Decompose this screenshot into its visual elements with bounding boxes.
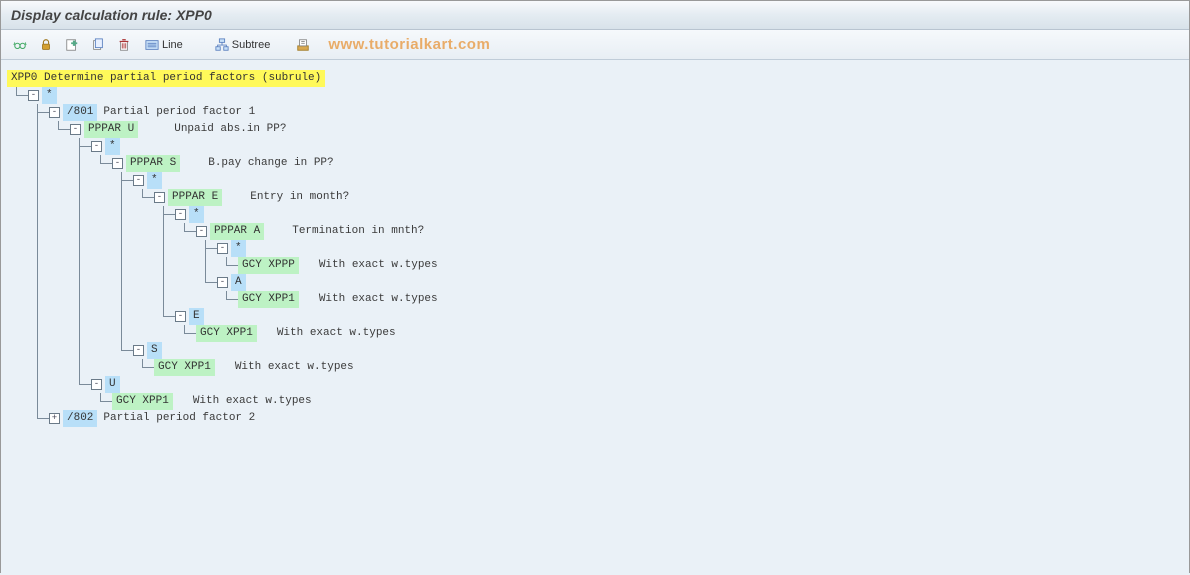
tree-leaf[interactable]: GCY XPP1 With exact w.types — [7, 291, 1183, 308]
collapse-icon[interactable]: - — [175, 209, 186, 220]
tree-leaf[interactable]: GCY XPP1 With exact w.types — [7, 325, 1183, 342]
line-button[interactable]: Line — [139, 35, 189, 55]
collapse-icon[interactable]: - — [175, 311, 186, 322]
tree-leaf[interactable]: GCY XPP1 With exact w.types — [7, 393, 1183, 410]
collapse-icon[interactable]: - — [112, 158, 123, 169]
tree-node[interactable]: - * — [7, 87, 1183, 104]
window-title: Display calculation rule: XPP0 — [1, 1, 1189, 30]
tree-node[interactable]: - * — [7, 240, 1183, 257]
watermark-text: www.tutorialkart.com — [328, 36, 490, 53]
expand-icon[interactable]: + — [49, 413, 60, 424]
collapse-icon[interactable]: - — [70, 124, 81, 135]
tree-node[interactable]: - * — [7, 172, 1183, 189]
tree-node[interactable]: - /801 Partial period factor 1 — [7, 104, 1183, 121]
tree-node[interactable]: - PPPAR S B.pay change in PP? — [7, 155, 1183, 172]
subtree-button-label: Subtree — [232, 39, 271, 51]
subtree-button[interactable]: Subtree — [209, 35, 277, 55]
create-icon[interactable] — [61, 35, 83, 55]
tree-node[interactable]: - PPPAR U Unpaid abs.in PP? — [7, 121, 1183, 138]
glasses-icon[interactable] — [9, 35, 31, 55]
tree-node[interactable]: - E — [7, 308, 1183, 325]
collapse-icon[interactable]: - — [91, 379, 102, 390]
collapse-icon[interactable]: - — [217, 243, 228, 254]
lock-icon[interactable] — [35, 35, 57, 55]
tree-leaf[interactable]: GCY XPPP With exact w.types — [7, 257, 1183, 274]
collapse-icon[interactable]: - — [133, 345, 144, 356]
tree-leaf[interactable]: GCY XPP1 With exact w.types — [7, 359, 1183, 376]
copy-icon[interactable] — [87, 35, 109, 55]
collapse-icon[interactable]: - — [91, 141, 102, 152]
tree-node[interactable]: - PPPAR A Termination in mnth? — [7, 223, 1183, 240]
collapse-icon[interactable]: - — [49, 107, 60, 118]
tree-node[interactable]: - * — [7, 206, 1183, 223]
collapse-icon[interactable]: - — [133, 175, 144, 186]
technical-icon[interactable] — [292, 35, 314, 55]
tree-node[interactable]: - * — [7, 138, 1183, 155]
tree-root[interactable]: XPP0 Determine partial period factors (s… — [7, 70, 1183, 87]
delete-icon[interactable] — [113, 35, 135, 55]
tree-node[interactable]: - A — [7, 274, 1183, 291]
collapse-icon[interactable]: - — [217, 277, 228, 288]
tree-node[interactable]: - U — [7, 376, 1183, 393]
collapse-icon[interactable]: - — [196, 226, 207, 237]
tree-content: XPP0 Determine partial period factors (s… — [1, 60, 1189, 575]
collapse-icon[interactable]: - — [28, 90, 39, 101]
collapse-icon[interactable]: - — [154, 192, 165, 203]
toolbar: Line Subtree www.tutorialkart.com — [1, 30, 1189, 60]
tree-node[interactable]: - PPPAR E Entry in month? — [7, 189, 1183, 206]
line-button-label: Line — [162, 39, 183, 51]
tree-node[interactable]: + /802 Partial period factor 2 — [7, 410, 1183, 427]
tree-node[interactable]: - S — [7, 342, 1183, 359]
